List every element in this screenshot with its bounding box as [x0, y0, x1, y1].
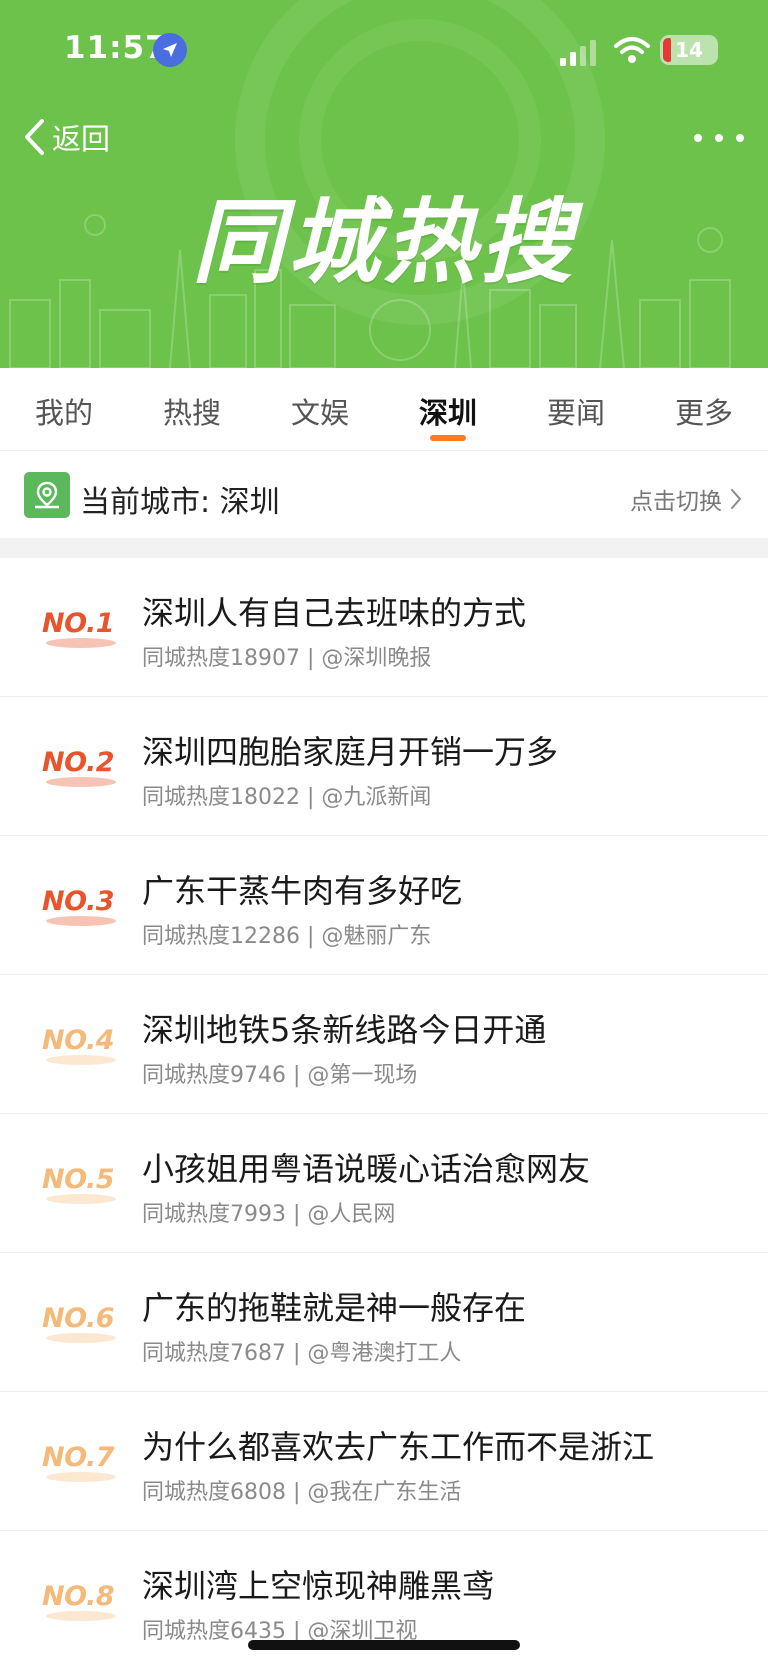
item-title: 广东干蒸牛肉有多好吃	[142, 872, 463, 910]
rank-swoosh	[46, 1055, 116, 1065]
rank-number: NO.7	[42, 1442, 115, 1473]
more-dot-icon	[736, 134, 744, 142]
tab-4[interactable]: 要闻	[512, 368, 640, 450]
more-dot-icon	[715, 134, 723, 142]
tab-0[interactable]: 我的	[0, 368, 128, 450]
rank-swoosh	[46, 1333, 116, 1343]
item-meta: 同城热度9746 | @第一现场	[142, 1063, 418, 1088]
tab-5[interactable]: 更多	[640, 368, 768, 450]
tab-label: 文娱	[290, 396, 349, 430]
tab-label: 更多	[674, 396, 733, 430]
more-dot-icon	[694, 134, 702, 142]
rank-badge: NO.6	[42, 1303, 122, 1345]
switch-city-label: 点击切换	[630, 489, 722, 515]
chevron-left-icon	[25, 119, 44, 155]
item-meta: 同城热度12286 | @魅丽广东	[142, 924, 432, 949]
item-title: 深圳人有自己去班味的方式	[142, 594, 527, 632]
rank-badge: NO.1	[42, 608, 122, 650]
rank-swoosh	[46, 1194, 116, 1204]
rank-number: NO.1	[42, 608, 115, 639]
more-options-button[interactable]	[694, 118, 744, 158]
hot-search-item[interactable]: NO.3 广东干蒸牛肉有多好吃同城热度12286 | @魅丽广东	[0, 836, 768, 975]
section-gap	[0, 538, 768, 558]
rank-swoosh	[46, 1472, 116, 1482]
active-tab-indicator	[430, 435, 466, 441]
item-title: 深圳湾上空惊现神雕黑鸢	[142, 1567, 495, 1605]
tab-1[interactable]: 热搜	[128, 368, 256, 450]
tab-2[interactable]: 文娱	[256, 368, 384, 450]
rank-swoosh	[46, 777, 116, 787]
switch-city-button[interactable]: 点击切换	[630, 482, 742, 516]
item-meta: 同城热度6808 | @我在广东生活	[142, 1480, 462, 1505]
back-button[interactable]: 返回	[22, 112, 110, 162]
item-meta: 同城热度7993 | @人民网	[142, 1202, 396, 1227]
item-meta: 同城热度18022 | @九派新闻	[142, 785, 432, 810]
rank-number: NO.6	[42, 1303, 115, 1334]
hot-search-item[interactable]: NO.4 深圳地铁5条新线路今日开通同城热度9746 | @第一现场	[0, 975, 768, 1114]
chevron-right-icon	[731, 489, 741, 509]
rank-number: NO.8	[42, 1581, 115, 1612]
item-title: 为什么都喜欢去广东工作而不是浙江	[142, 1428, 655, 1466]
status-bar: 11:57 14	[0, 0, 768, 100]
hot-search-item[interactable]: NO.1 深圳人有自己去班味的方式同城热度18907 | @深圳晚报	[0, 558, 768, 697]
hot-search-list: NO.1 深圳人有自己去班味的方式同城热度18907 | @深圳晚报 NO.2 深圳四…	[0, 558, 768, 1662]
battery-icon: 14	[660, 35, 718, 65]
back-label: 返回	[52, 122, 111, 156]
rank-badge: NO.8	[42, 1581, 122, 1623]
item-title: 深圳四胞胎家庭月开销一万多	[142, 733, 559, 771]
tab-3[interactable]: 深圳	[384, 368, 512, 450]
tab-label: 热搜	[162, 396, 221, 430]
rank-badge: NO.7	[42, 1442, 122, 1484]
home-indicator	[248, 1640, 520, 1650]
current-city-bar: 当前城市: 深圳 点击切换	[0, 451, 768, 538]
hot-search-item[interactable]: NO.5 小孩姐用粤语说暖心话治愈网友同城热度7993 | @人民网	[0, 1114, 768, 1253]
cellular-signal-icon	[560, 40, 596, 66]
banner-title: 同城热搜	[191, 189, 576, 296]
category-tabs: 我的 热搜 文娱 深圳 要闻 更多	[0, 368, 768, 450]
rank-number: NO.2	[42, 747, 115, 778]
wifi-icon	[614, 37, 650, 63]
map-pin-icon	[24, 472, 70, 518]
hot-search-item[interactable]: NO.6 广东的拖鞋就是神一般存在同城热度7687 | @粤港澳打工人	[0, 1253, 768, 1392]
rank-badge: NO.5	[42, 1164, 122, 1206]
current-city-label: 当前城市: 深圳	[80, 485, 280, 520]
tab-label: 深圳	[418, 396, 477, 430]
rank-number: NO.3	[42, 886, 115, 917]
rank-swoosh	[46, 1611, 116, 1621]
tab-label: 要闻	[546, 396, 605, 430]
battery-percentage: 14	[675, 38, 703, 62]
location-arrow-icon	[153, 33, 187, 67]
item-title: 小孩姐用粤语说暖心话治愈网友	[142, 1150, 591, 1188]
rank-badge: NO.4	[42, 1025, 122, 1067]
rank-badge: NO.3	[42, 886, 122, 928]
rank-swoosh	[46, 916, 116, 926]
hot-search-item[interactable]: NO.7 为什么都喜欢去广东工作而不是浙江同城热度6808 | @我在广东生活	[0, 1392, 768, 1531]
rank-number: NO.5	[42, 1164, 115, 1195]
item-title: 广东的拖鞋就是神一般存在	[142, 1289, 527, 1327]
item-meta: 同城热度7687 | @粤港澳打工人	[142, 1341, 462, 1366]
header-banner: 11:57 14 返回 同城热搜	[0, 0, 768, 368]
rank-badge: NO.2	[42, 747, 122, 789]
battery-level	[663, 38, 671, 62]
item-meta: 同城热度18907 | @深圳晚报	[142, 646, 432, 671]
item-title: 深圳地铁5条新线路今日开通	[142, 1011, 547, 1049]
tab-label: 我的	[34, 396, 93, 430]
rank-swoosh	[46, 638, 116, 648]
hot-search-item[interactable]: NO.2 深圳四胞胎家庭月开销一万多同城热度18022 | @九派新闻	[0, 697, 768, 836]
rank-number: NO.4	[42, 1025, 115, 1056]
